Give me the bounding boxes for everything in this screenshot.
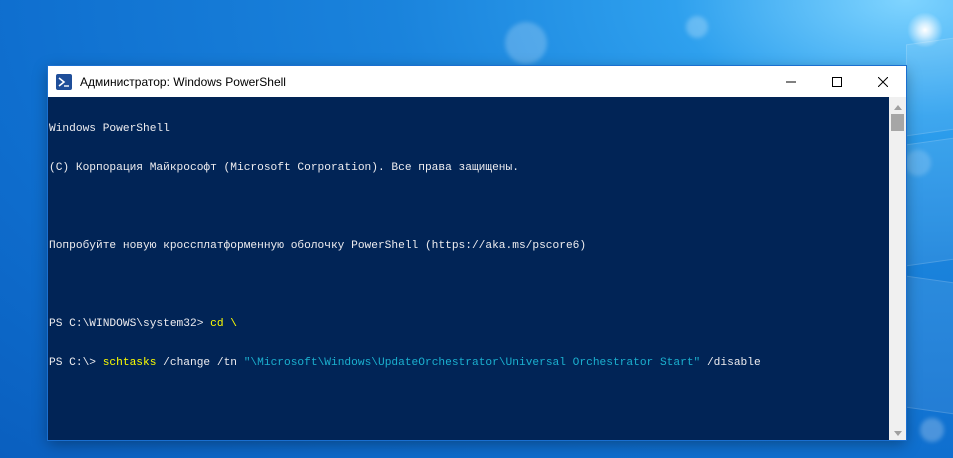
vertical-scrollbar[interactable]: [889, 97, 906, 440]
chevron-down-icon: [893, 423, 902, 441]
scroll-thumb[interactable]: [891, 114, 904, 131]
close-icon: [878, 76, 888, 87]
light-bokeh: [686, 16, 708, 38]
command-text: cd \: [210, 318, 237, 330]
title-bar[interactable]: Администратор: Windows PowerShell: [48, 66, 906, 97]
minimize-button[interactable]: [768, 66, 814, 97]
maximize-icon: [832, 76, 842, 87]
scroll-down-button[interactable]: [889, 423, 906, 440]
console-output[interactable]: Windows PowerShell (C) Корпорация Майкро…: [48, 97, 889, 440]
command-text: schtasks: [102, 357, 157, 369]
powershell-window: Администратор: Windows PowerShell Window…: [48, 66, 906, 440]
window-controls: [768, 66, 906, 97]
window-title: Администратор: Windows PowerShell: [80, 74, 286, 89]
prompt: PS C:\>: [49, 357, 103, 369]
console-line: Windows PowerShell: [49, 123, 170, 135]
console-command-line: PS C:\WINDOWS\system32> cd \: [48, 318, 889, 331]
console-line: Попробуйте новую кроссплатформенную обол…: [49, 240, 587, 252]
close-button[interactable]: [860, 66, 906, 97]
windows-logo-pane: [906, 35, 953, 137]
windows-logo-pane: [906, 275, 953, 417]
scroll-up-button[interactable]: [889, 97, 906, 114]
light-bokeh: [920, 418, 944, 442]
console-line: (C) Корпорация Майкрософт (Microsoft Cor…: [49, 162, 519, 174]
prompt: PS C:\WINDOWS\system32>: [49, 318, 211, 330]
maximize-button[interactable]: [814, 66, 860, 97]
command-string: "\Microsoft\Windows\UpdateOrchestrator\U…: [243, 357, 701, 369]
command-args: /disable: [700, 357, 761, 369]
chevron-up-icon: [893, 97, 902, 115]
powershell-icon[interactable]: [56, 73, 72, 90]
command-args: /change /tn: [156, 357, 244, 369]
light-bokeh: [505, 22, 547, 64]
windows-logo-pane: [906, 135, 953, 267]
minimize-icon: [786, 77, 796, 87]
console-command-line: PS C:\> schtasks /change /tn "\Microsoft…: [48, 357, 889, 370]
